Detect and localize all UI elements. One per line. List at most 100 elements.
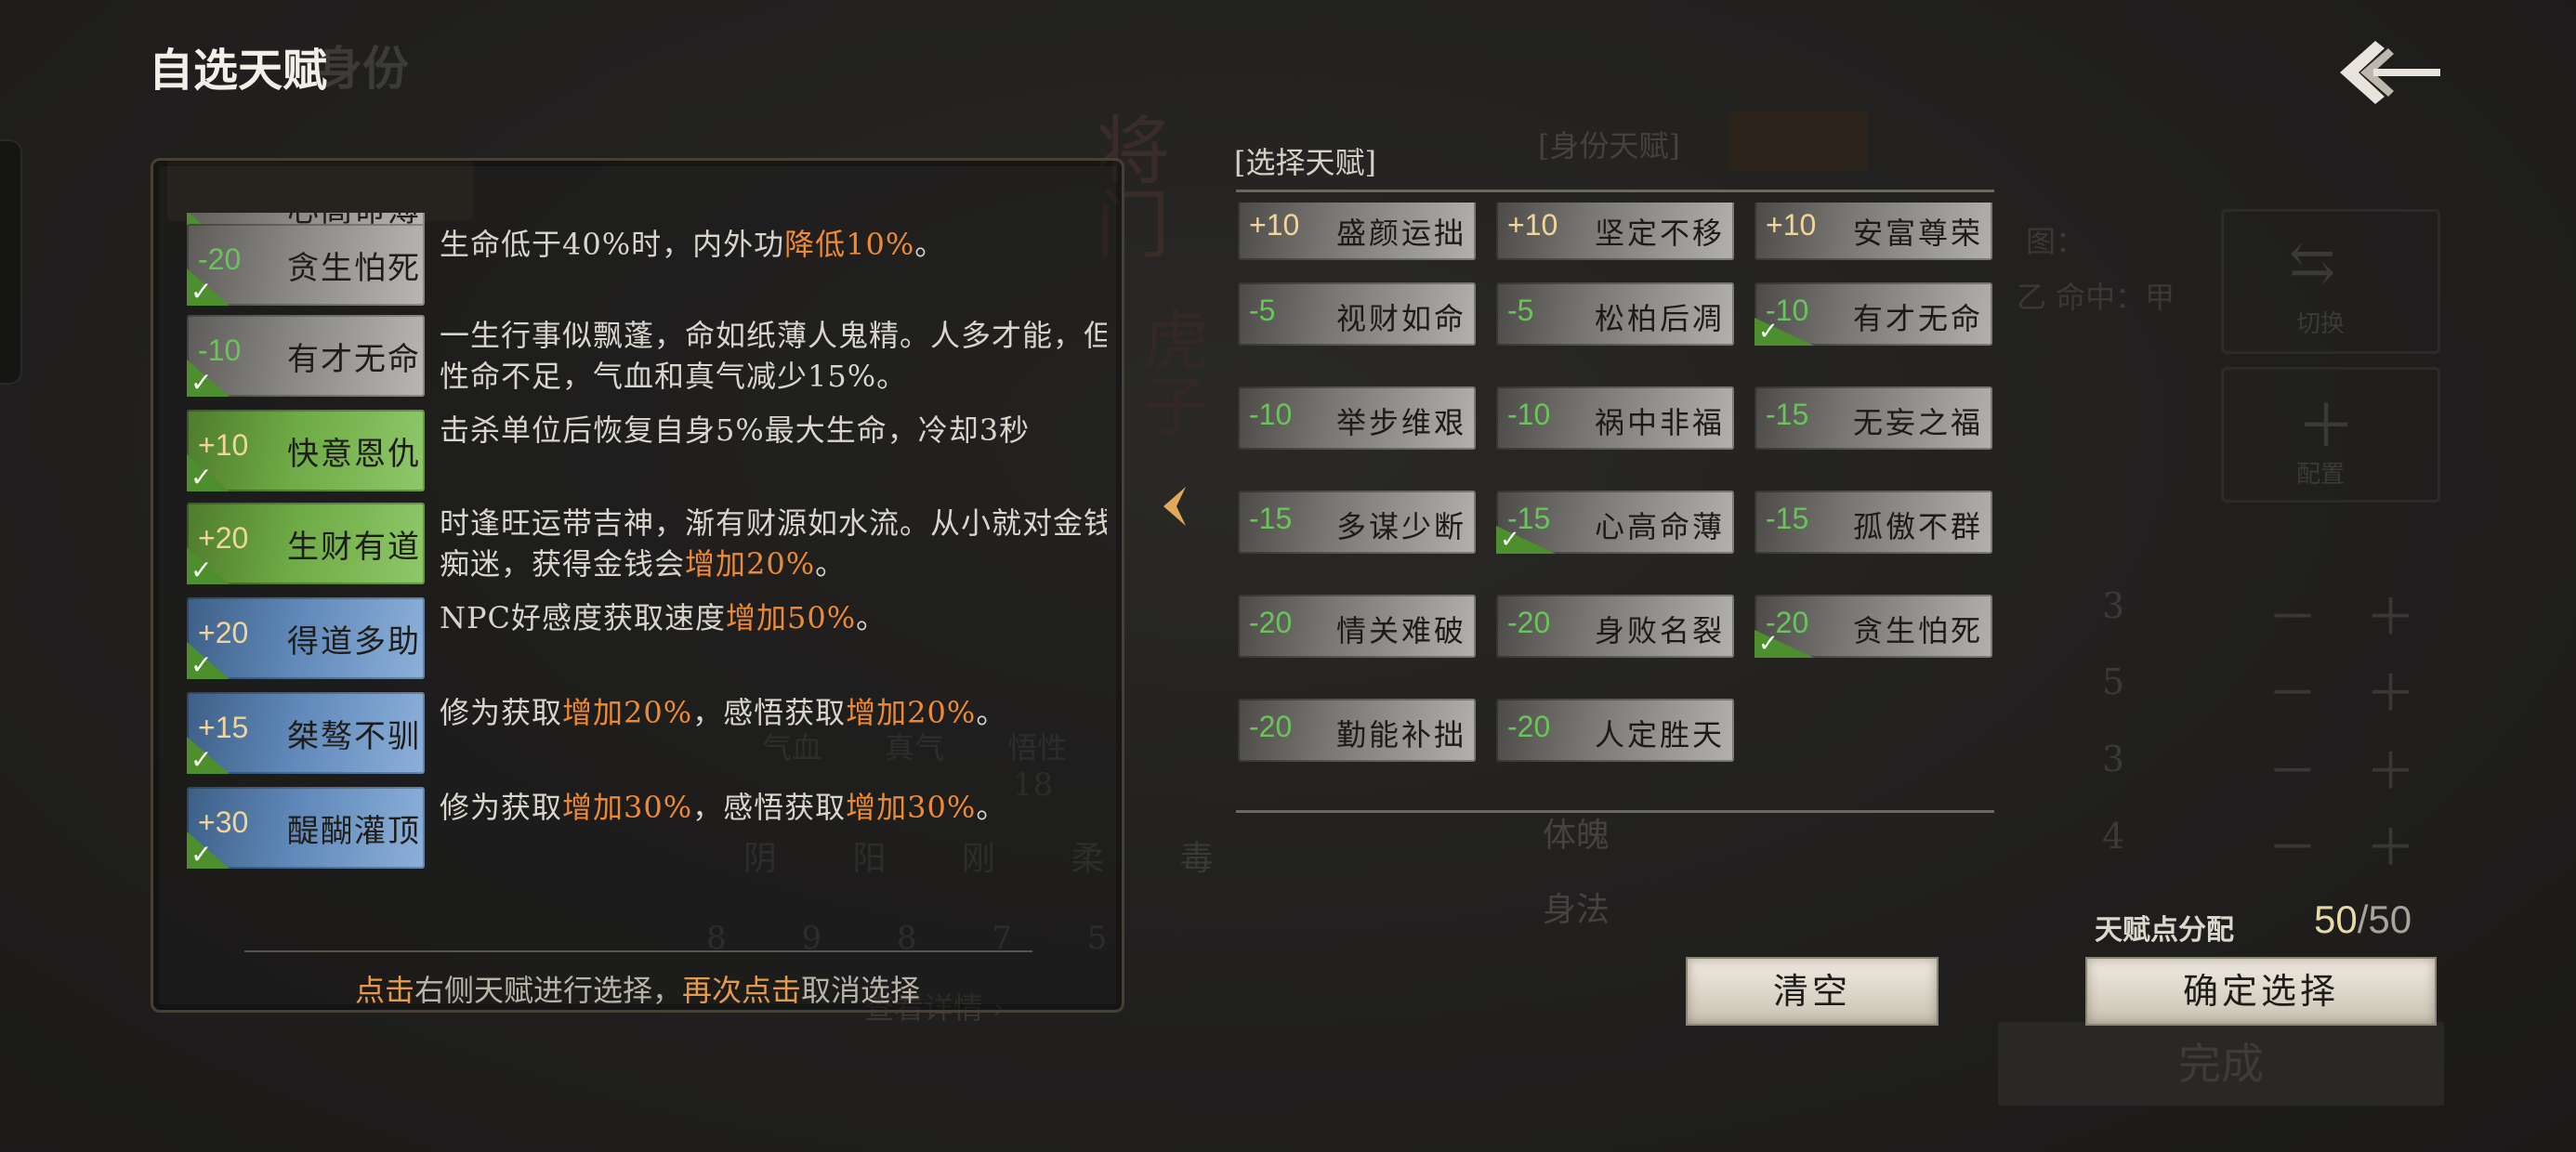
selected-talents-list[interactable]: -15心高命薄✓命比纸薄，气血和真气减少25%。-20贪生怕死✓生命低于40%时… xyxy=(187,213,1107,956)
highlight-text: 增加20% xyxy=(685,546,816,582)
bg-tag-2 xyxy=(1728,111,1868,171)
selected-talent-row[interactable]: -20 贪生怕死 ✓ 生命低于40%时，内外功降低10%。 xyxy=(187,224,1107,309)
bg-done-button: 完成 xyxy=(1998,1022,2444,1106)
talent-option[interactable]: -5 视财如命 xyxy=(1238,282,1476,346)
talent-option[interactable]: -20 贪生怕死 ✓ xyxy=(1755,595,1992,658)
talent-chip[interactable]: +30 醍醐灌顶 ✓ xyxy=(187,787,425,870)
option-name: 祸中非福 xyxy=(1595,405,1726,440)
selected-talent-row[interactable]: +20 生财有道 ✓ 时逢旺运带吉神，渐有财源如水流。从小就对金钱痴迷，获得金钱会增加… xyxy=(187,503,1107,588)
option-name: 举步维艰 xyxy=(1336,405,1467,440)
panel-hint: 点击右侧天赋进行选择，再次点击取消选择 xyxy=(153,967,1122,1010)
check-icon: ✓ xyxy=(187,642,230,680)
hint-highlight: 点击 xyxy=(354,973,414,1008)
left-edge-tab[interactable] xyxy=(0,139,22,385)
talent-option[interactable]: -10 举步维艰 xyxy=(1238,386,1476,450)
confirm-button[interactable]: 确定选择 xyxy=(2085,957,2437,1026)
option-name: 松柏后凋 xyxy=(1595,301,1726,336)
option-points: -10 xyxy=(1507,398,1551,431)
desc-text: 修为获取 xyxy=(440,790,563,825)
option-name: 有才无命 xyxy=(1853,301,1984,336)
talent-name: 生财有道 xyxy=(287,529,421,566)
talent-chip[interactable]: +20 得道多助 ✓ xyxy=(187,597,425,680)
talent-grid[interactable]: +10 盛颜运拙 +10 坚定不移 +10 安富尊荣 -5 视财如命 -5 松柏后凋 -10 有才无命… xyxy=(1238,203,2000,788)
talent-option[interactable]: +10 盛颜运拙 xyxy=(1238,203,1476,260)
selected-talents-panel: -15心高命薄✓命比纸薄，气血和真气减少25%。-20贪生怕死✓生命低于40%时… xyxy=(151,158,1124,1013)
talent-option[interactable]: -20 人定胜天 xyxy=(1496,699,1734,762)
talent-description: 修为获取增加30%，感悟获取增加30%。 xyxy=(440,787,1107,828)
talent-option[interactable]: -15 多谋少断 xyxy=(1238,491,1476,554)
talent-option[interactable]: -10 祸中非福 xyxy=(1496,386,1734,450)
selected-talent-row[interactable]: +20 得道多助 ✓ NPC好感度获取速度增加50%。 xyxy=(187,597,1107,683)
option-name: 勤能补拙 xyxy=(1336,717,1467,753)
bg-stat-4: 4 xyxy=(2102,816,2125,857)
hint-text: 取消选择 xyxy=(801,973,921,1008)
talent-option[interactable]: -20 勤能补拙 xyxy=(1238,699,1476,762)
highlight-text: 增加20% xyxy=(846,695,977,730)
check-icon: ✓ xyxy=(187,547,230,585)
talent-description: 修为获取增加20%，感悟获取增加20%。 xyxy=(440,692,1107,733)
bg-kanji-2: 虎子 xyxy=(1133,307,1209,437)
desc-text: 一生行事似飘蓬，命如纸薄人鬼精。人多才能，但性命不足，气血和真气减少15%。 xyxy=(440,318,1107,394)
option-points: -15 xyxy=(1249,502,1293,535)
talent-option[interactable]: -15 孤傲不群 xyxy=(1755,491,1992,554)
talent-name: 得道多助 xyxy=(287,623,421,661)
desc-text: 击杀单位后恢复自身5%最大生命，冷却3秒 xyxy=(440,412,1031,448)
selected-talent-row[interactable]: +15 桀骜不驯 ✓ 修为获取增加20%，感悟获取增加20%。 xyxy=(187,692,1107,778)
option-name: 坚定不移 xyxy=(1595,216,1726,251)
option-name: 盛颜运拙 xyxy=(1336,216,1467,251)
highlight-text: 增加30% xyxy=(846,790,977,825)
talent-option[interactable]: +10 坚定不移 xyxy=(1496,203,1734,260)
talent-name: 有才无命 xyxy=(287,341,421,378)
talent-chip[interactable]: +10 快意恩仇 ✓ xyxy=(187,410,425,492)
select-talent-label: [选择天赋] xyxy=(1234,145,1376,180)
desc-text: ，感悟获取 xyxy=(692,695,847,730)
option-points: -5 xyxy=(1507,294,1534,327)
option-points: -10 xyxy=(1249,398,1293,431)
talent-chip[interactable]: +20 生财有道 ✓ xyxy=(187,503,425,585)
page-title: 自选天赋 xyxy=(149,45,328,97)
check-icon: ✓ xyxy=(1496,526,1556,554)
collapse-arrow-icon[interactable] xyxy=(1158,483,1189,530)
option-name: 无妄之福 xyxy=(1853,405,1984,440)
talent-description: 时逢旺运带吉神，渐有财源如水流。从小就对金钱痴迷，获得金钱会增加20%。 xyxy=(440,503,1107,584)
bg-switch-box: ⇆ 切换 xyxy=(2221,209,2440,354)
option-name: 多谋少断 xyxy=(1336,509,1467,544)
talent-chip[interactable]: -20 贪生怕死 ✓ xyxy=(187,224,425,307)
bg-side-1: 体魄 xyxy=(1543,817,1610,855)
desc-text: 。 xyxy=(815,546,847,582)
talent-option[interactable]: -20 身败名裂 xyxy=(1496,595,1734,658)
talent-option[interactable]: -5 松柏后凋 xyxy=(1496,282,1734,346)
desc-text: NPC好感度获取速度 xyxy=(440,600,727,635)
option-points: -15 xyxy=(1766,398,1809,431)
talent-name: 桀骜不驯 xyxy=(287,718,421,755)
talent-option[interactable]: +10 安富尊荣 xyxy=(1755,203,1992,260)
bg-side-2: 身法 xyxy=(1543,891,1610,929)
highlight-text: 增加50% xyxy=(726,600,857,635)
talent-description: 击杀单位后恢复自身5%最大生命，冷却3秒 xyxy=(440,410,1107,451)
check-icon: ✓ xyxy=(187,454,230,492)
selected-talent-row[interactable]: +30 醍醐灌顶 ✓ 修为获取增加30%，感悟获取增加30%。 xyxy=(187,787,1107,872)
check-icon: ✓ xyxy=(1755,318,1814,346)
bg-stat-2: 5 xyxy=(2102,661,2125,702)
talent-description: 生命低于40%时，内外功降低10%。 xyxy=(440,224,1107,265)
desc-text: ，感悟获取 xyxy=(692,790,847,825)
option-points: +10 xyxy=(1507,208,1558,242)
option-name: 情关难破 xyxy=(1336,613,1467,648)
desc-text: 修为获取 xyxy=(440,695,563,730)
talent-option[interactable]: -15 心高命薄 ✓ xyxy=(1496,491,1734,554)
clear-button[interactable]: 清空 xyxy=(1686,957,1939,1026)
talent-option[interactable]: -10 有才无命 ✓ xyxy=(1755,282,1992,346)
selected-talent-row[interactable]: -10 有才无命 ✓ 一生行事似飘蓬，命如纸薄人鬼精。人多才能，但性命不足，气血和真气… xyxy=(187,315,1107,400)
back-arrow-icon[interactable] xyxy=(2333,35,2444,110)
bg-identity-title: 身份 xyxy=(316,41,409,96)
talent-option[interactable]: -15 无妄之福 xyxy=(1755,386,1992,450)
desc-text: 。 xyxy=(856,600,887,635)
talent-chip[interactable]: -10 有才无命 ✓ xyxy=(187,315,425,398)
talent-chip[interactable]: +15 桀骜不驯 ✓ xyxy=(187,692,425,775)
divider-bottom xyxy=(1236,810,1994,813)
check-icon: ✓ xyxy=(187,268,230,307)
option-points: -20 xyxy=(1507,710,1551,743)
selected-talent-row[interactable]: +10 快意恩仇 ✓ 击杀单位后恢复自身5%最大生命，冷却3秒 xyxy=(187,410,1107,495)
option-points: -15 xyxy=(1766,502,1809,535)
talent-option[interactable]: -20 情关难破 xyxy=(1238,595,1476,658)
